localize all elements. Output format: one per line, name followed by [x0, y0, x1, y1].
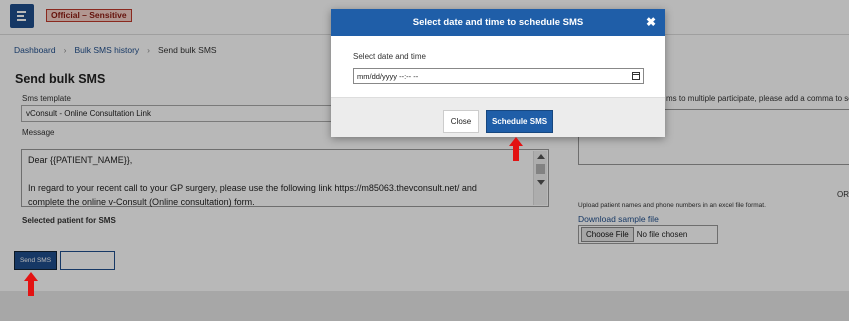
schedule-modal: Select date and time to schedule SMS ✖ S…: [331, 9, 665, 137]
datetime-placeholder: mm/dd/yyyy --:-- --: [357, 72, 419, 81]
modal-footer: Close Schedule SMS: [331, 97, 665, 137]
datetime-label: Select date and time: [353, 52, 426, 61]
datetime-input[interactable]: mm/dd/yyyy --:-- --: [353, 68, 644, 84]
red-arrow-up-icon: [509, 137, 523, 161]
red-arrow-up-icon: [24, 272, 38, 296]
close-button[interactable]: Close: [443, 110, 479, 133]
schedule-sms-button[interactable]: Schedule SMS: [486, 110, 553, 133]
calendar-icon[interactable]: [632, 72, 640, 80]
close-icon[interactable]: ✖: [646, 15, 656, 29]
modal-header: Select date and time to schedule SMS ✖: [331, 9, 665, 36]
modal-title: Select date and time to schedule SMS: [412, 17, 584, 28]
